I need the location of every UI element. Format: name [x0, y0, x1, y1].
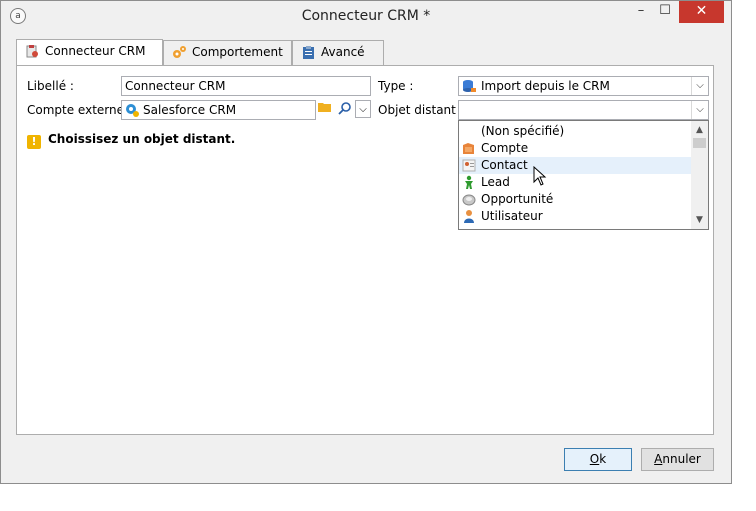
- dropdown-item-lead[interactable]: Lead: [459, 174, 691, 191]
- dropdown-item-label: Lead: [481, 175, 510, 189]
- ok-button-label: k: [599, 452, 607, 466]
- scroll-down-icon[interactable]: ▼: [691, 212, 708, 228]
- dropdown-item-contact[interactable]: Contact: [459, 157, 691, 174]
- dropdown-item-label: Contact: [481, 158, 528, 172]
- dropdown-item-label: Utilisateur: [481, 209, 543, 223]
- compte-dropdown-chevron-icon[interactable]: ⌵: [355, 100, 371, 118]
- dropdown-item-label: Opportunité: [481, 192, 554, 206]
- type-select-value: Import depuis le CRM: [481, 79, 610, 93]
- minimize-button[interactable]: –: [631, 1, 651, 23]
- warning-message: ! Choissisez un objet distant.: [27, 132, 235, 149]
- search-icon[interactable]: [336, 101, 354, 117]
- compte-externe-label: Compte externe :: [27, 103, 132, 117]
- objet-distant-label: Objet distant :: [378, 103, 464, 117]
- tab-label: Avancé: [321, 45, 365, 59]
- close-button[interactable]: ✕: [679, 1, 724, 23]
- cancel-button-label: nnuler: [662, 452, 701, 466]
- dropdown-item-utilisateur[interactable]: Utilisateur: [459, 208, 691, 225]
- tab-avance[interactable]: Avancé: [292, 40, 384, 65]
- scrollbar-thumb[interactable]: [693, 138, 706, 148]
- warning-icon: !: [27, 135, 41, 149]
- clipboard-icon: [301, 45, 316, 60]
- dropdown-item-compte[interactable]: Compte: [459, 140, 691, 157]
- user-icon: [462, 209, 477, 224]
- contact-icon: [462, 158, 477, 173]
- dropdown-item-non-specifie[interactable]: (Non spécifié): [459, 123, 691, 140]
- cancel-button[interactable]: Annuler: [641, 448, 714, 471]
- account-icon: [462, 141, 477, 156]
- tab-comportement[interactable]: Comportement: [163, 40, 292, 65]
- scroll-up-icon[interactable]: ▲: [691, 122, 708, 138]
- type-label: Type :: [378, 79, 414, 93]
- maximize-button[interactable]: ☐: [655, 1, 675, 23]
- title-bar: a Connecteur CRM * – ☐ ✕: [1, 1, 731, 31]
- warning-text: Choissisez un objet distant.: [48, 132, 236, 146]
- folder-icon[interactable]: [316, 101, 334, 117]
- dropdown-item-label: (Non spécifié): [481, 124, 565, 138]
- chevron-down-icon[interactable]: ⌵: [691, 77, 708, 95]
- salesforce-account-icon: [124, 102, 140, 119]
- tab-connecteur-crm[interactable]: Connecteur CRM: [16, 39, 163, 66]
- compte-externe-value: Salesforce CRM: [143, 103, 237, 117]
- dropdown-scrollbar[interactable]: ▲ ▼: [691, 121, 708, 229]
- compte-externe-field[interactable]: Salesforce CRM: [121, 100, 316, 120]
- opportunity-icon: [462, 192, 477, 207]
- dropdown-item-opportunite[interactable]: Opportunité: [459, 191, 691, 208]
- chevron-down-icon[interactable]: ⌵: [691, 101, 708, 119]
- libelle-input[interactable]: Connecteur CRM: [121, 76, 371, 96]
- database-import-icon: [462, 79, 477, 95]
- gears-icon: [172, 45, 187, 60]
- ok-button-mnemonic: O: [589, 452, 600, 466]
- mouse-cursor-icon: [533, 165, 549, 188]
- type-select[interactable]: Import depuis le CRM ⌵: [458, 76, 709, 96]
- dropdown-item-label: Compte: [481, 141, 529, 155]
- crm-connector-icon: [25, 44, 40, 59]
- tab-label: Comportement: [192, 45, 283, 59]
- ok-button[interactable]: Ok: [564, 448, 632, 471]
- objet-distant-dropdown-list[interactable]: (Non spécifié) Compte Contact Lead Oppor…: [458, 120, 709, 230]
- lead-icon: [462, 175, 477, 190]
- tab-label: Connecteur CRM: [45, 44, 146, 58]
- objet-distant-select[interactable]: ⌵: [458, 100, 709, 120]
- libelle-label: Libellé :: [27, 79, 74, 93]
- window-title: Connecteur CRM *: [301, 8, 431, 24]
